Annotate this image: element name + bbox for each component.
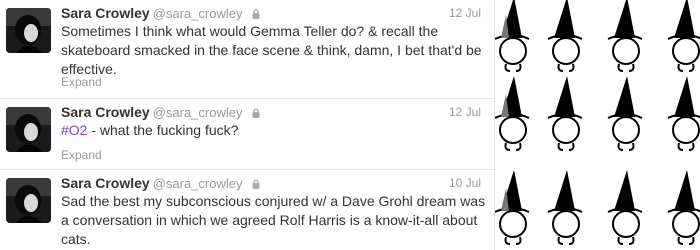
screen-name[interactable]: @sara_crowley [153, 176, 243, 191]
tweet-timeline: Sara Crowley @sara_crowley 12 Jul Sometim… [0, 0, 494, 250]
lock-icon [252, 108, 260, 118]
background-wallpaper [495, 0, 700, 250]
witch-hat-pattern [495, 0, 700, 245]
tweet-text: Sometimes I think what would Gemma Telle… [61, 23, 482, 77]
screen-name[interactable]: @sara_crowley [153, 6, 243, 21]
tweet-text: Sad the best my subconscious conjured w/… [61, 193, 486, 247]
expand-link[interactable]: Expand [61, 75, 102, 89]
tweet-timestamp[interactable]: 12 Jul [449, 105, 481, 119]
tweet[interactable]: Sara Crowley @sara_crowley 12 Jul Sometim… [0, 0, 494, 99]
avatar[interactable] [6, 8, 51, 53]
screen-name[interactable]: @sara_crowley [153, 105, 243, 120]
tweet-text-body: - what the fucking fuck? [87, 122, 239, 138]
lock-icon [252, 179, 260, 189]
author-name[interactable]: Sara Crowley @sara_crowley [61, 5, 260, 21]
tweet-timestamp[interactable]: 10 Jul [449, 176, 481, 190]
author-name[interactable]: Sara Crowley @sara_crowley [61, 104, 260, 120]
avatar[interactable] [6, 178, 51, 223]
author-name[interactable]: Sara Crowley @sara_crowley [61, 175, 260, 191]
lock-icon [252, 9, 260, 19]
expand-link[interactable]: Expand [61, 148, 102, 162]
tweet[interactable]: Sara Crowley @sara_crowley 12 Jul #O2 - w… [0, 99, 494, 170]
tweet-timestamp[interactable]: 12 Jul [449, 6, 481, 20]
hashtag-link[interactable]: #O2 [61, 122, 87, 138]
tweet-text: #O2 - what the fucking fuck? [61, 121, 489, 140]
avatar[interactable] [6, 107, 51, 152]
tweet[interactable]: Sara Crowley @sara_crowley 10 Jul Sad the… [0, 170, 494, 250]
